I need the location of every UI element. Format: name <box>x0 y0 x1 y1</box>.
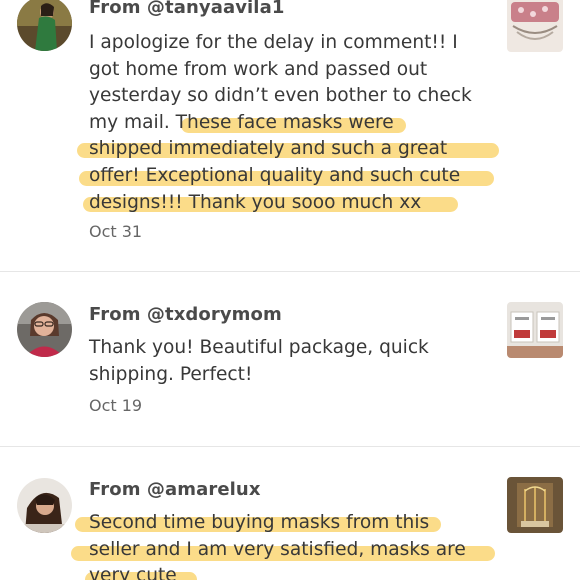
review-photo[interactable] <box>507 0 563 52</box>
review-text: Thank you! Beautiful package, quick ship… <box>89 335 489 388</box>
review-line: I apologize for the delay in comment!! I <box>89 32 458 53</box>
review-text: Second time buying masks from this selle… <box>71 510 495 580</box>
review-line: Second time buying masks from this <box>75 510 489 537</box>
review-photo[interactable] <box>507 477 563 533</box>
review-line: very cute <box>85 563 489 580</box>
review-author[interactable]: From @amarelux <box>89 479 261 500</box>
avatar[interactable] <box>17 302 72 357</box>
review-line: shipped immediately and such a great <box>77 136 499 163</box>
review-card: From @tanyaavila1 I apologize for the de… <box>0 0 580 270</box>
review-line: offer! Exceptional quality and such cute <box>79 163 494 190</box>
review-date: Oct 19 <box>89 396 143 415</box>
review-text: I apologize for the delay in comment!! I… <box>77 30 499 217</box>
review-date: Oct 31 <box>89 222 143 241</box>
review-line: designs!!! Thank you sooo much xx <box>83 190 489 217</box>
avatar[interactable] <box>17 0 72 51</box>
review-line: Thank you! Beautiful package, quick <box>89 337 429 358</box>
review-line: seller and I am very satisfied, masks ar… <box>71 537 495 564</box>
review-photo[interactable] <box>507 302 563 358</box>
review-line: shipping. Perfect! <box>89 363 253 385</box>
review-author[interactable]: From @txdorymom <box>89 304 282 325</box>
avatar[interactable] <box>17 478 72 533</box>
review-card: From @txdorymom Thank you! Beautiful pac… <box>0 272 580 442</box>
review-line: got home from work and passed out <box>89 58 428 80</box>
review-line: my mail. These face masks were <box>89 110 489 137</box>
review-card: From @amarelux Second time buying masks … <box>0 447 580 580</box>
review-author[interactable]: From @tanyaavila1 <box>89 0 284 18</box>
reviews-feed: From @tanyaavila1 I apologize for the de… <box>0 0 580 580</box>
review-line: yesterday so didn’t even bother to check <box>89 85 472 107</box>
